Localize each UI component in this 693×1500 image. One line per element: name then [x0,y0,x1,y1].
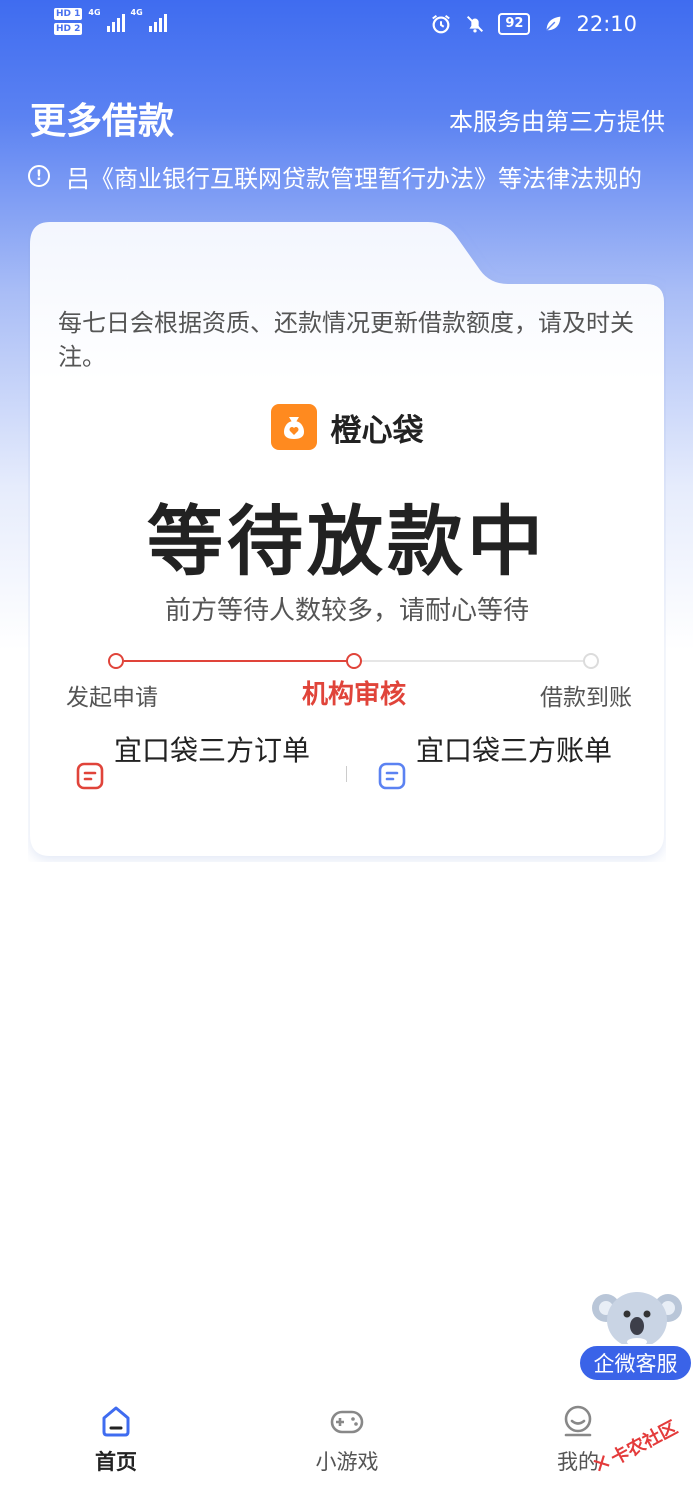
customer-service-button[interactable]: 企微客服 [578,1344,693,1382]
moneybag-icon [270,404,317,450]
customer-service-float[interactable]: 企微客服 [578,1284,693,1384]
gamepad-icon [330,1410,364,1434]
alarm-icon [432,14,451,34]
step-payout: 借款到账 [540,685,632,711]
network-type-2: 4G [130,8,143,17]
mute-icon [467,15,484,33]
clock: 22:10 [576,12,637,36]
network-type-1: 4G [88,8,101,17]
watermark-text: 卡农社区 [607,1417,682,1470]
quota-description: 每七日会根据资质、还款情况更新借款额度，请及时关注。 [58,309,634,371]
nav-games[interactable]: 小游戏 [277,1404,417,1476]
signal-group: HD 1 HD 2 4G 4G [54,8,167,35]
notice-text: 吕《商业银行互联网贷款管理暂行办法》等法律法规的 [66,164,642,193]
lender-brand: 橙心袋 [28,404,666,450]
signal-icon [148,12,167,32]
orders-link[interactable]: 宜口袋三方订单 [76,732,314,790]
step-dot-review [346,653,362,669]
leaf-icon [546,16,561,31]
loan-status-subtitle: 前方等待人数较多，请耐心等待 [164,596,529,626]
sim1-badge: HD 1 [54,8,83,20]
order-doc-icon [76,762,104,790]
bill-doc-icon [378,762,406,790]
links-divider [346,766,347,782]
bills-link-label: 宜口袋三方账单 [416,734,613,767]
provider-note: 本服务由第三方提供 [449,108,665,136]
lender-name: 橙心袋 [330,412,424,449]
orders-link-label: 宜口袋三方订单 [114,734,311,767]
home-icon [102,1406,130,1437]
bills-link[interactable]: 宜口袋三方账单 [378,732,616,790]
nav-home-label: 首页 [95,1450,137,1474]
sim2-badge: HD 2 [54,23,83,35]
page-title: 更多借款 [30,101,175,142]
step-review: 机构审核 [302,680,407,710]
nav-home[interactable]: 首页 [46,1404,186,1476]
signal-icon [106,12,125,32]
third-party-links: 宜口袋三方订单 宜口袋三方账单 [28,732,666,822]
status-bar: HD 1 HD 2 4G 4G 92 22:10 [0,0,693,56]
battery-icon: 92 [498,13,531,35]
progress-steps: 发起申请 机构审核 借款到账 [28,652,666,712]
step-apply: 发起申请 [66,685,158,711]
progress-line-done [124,660,354,662]
loan-status-card: 每七日会根据资质、还款情况更新借款额度，请及时关注。 橙心袋 等待放款中 前方等… [28,222,666,862]
progress-line-pending [354,660,590,662]
notice-marquee[interactable]: ! 吕《商业银行互联网贷款管理暂行办法》等法律法规的 [28,156,668,196]
step-dot-apply [108,653,124,669]
step-dot-payout [583,653,599,669]
info-icon: ! [28,165,50,187]
loan-status-title: 等待放款中 [147,497,547,586]
nav-games-label: 小游戏 [315,1450,379,1474]
